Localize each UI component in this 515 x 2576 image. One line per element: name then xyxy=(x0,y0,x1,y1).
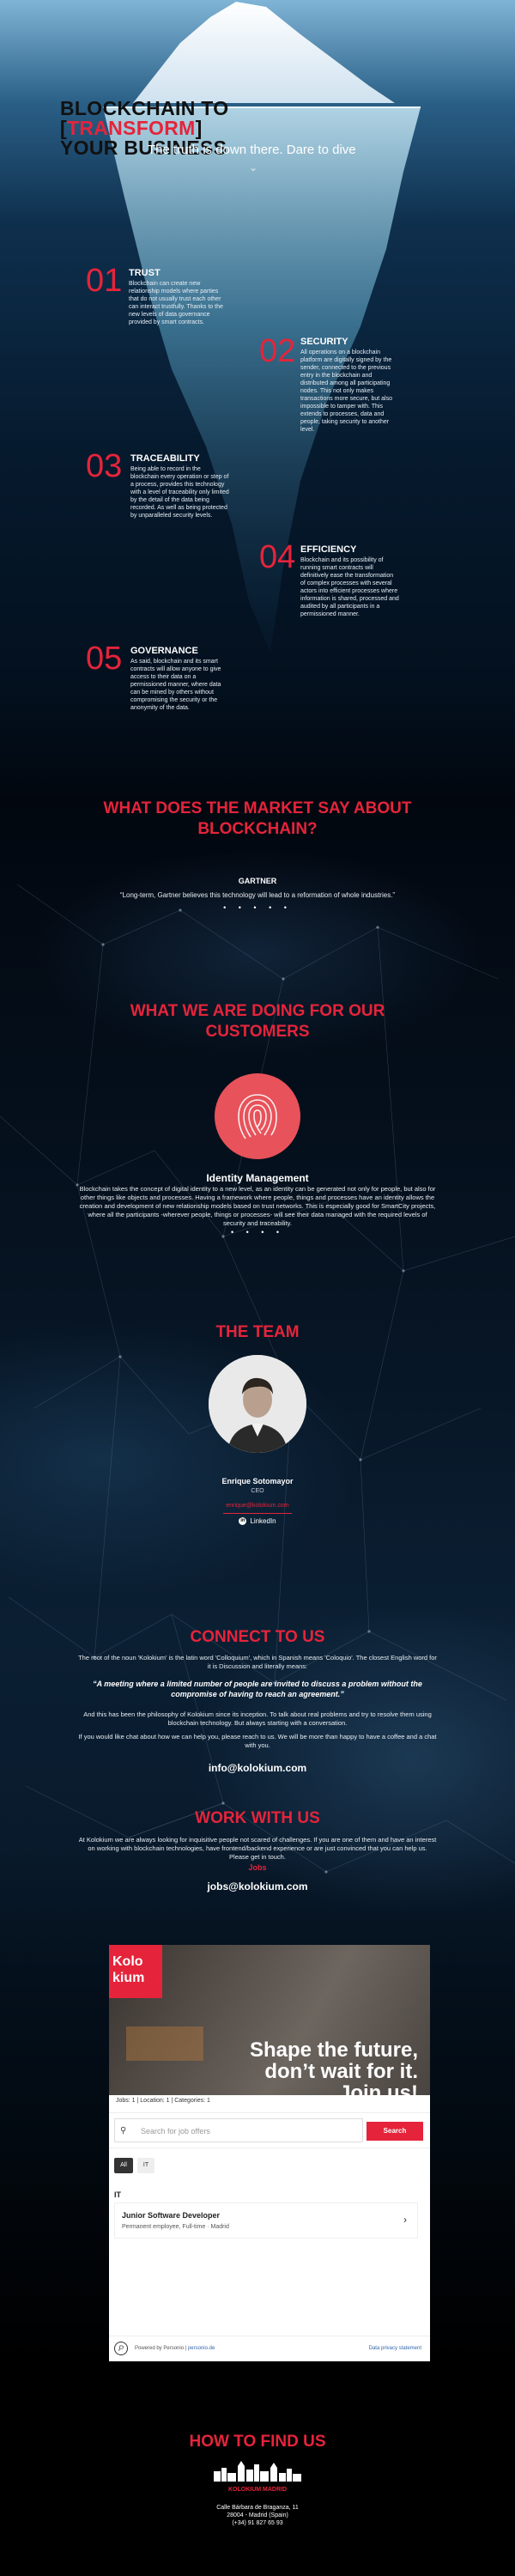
linkedin-label: LinkedIn xyxy=(250,1517,276,1525)
work-text: At Kolokium we are always looking for in… xyxy=(78,1836,437,1861)
feature-number: 03 xyxy=(86,448,123,484)
hero-subtitle: The truth is down there. Dare to dive xyxy=(148,143,356,157)
feature-title: TRACEABILITY xyxy=(130,453,200,464)
logo-line1: Kolo xyxy=(112,1954,143,1969)
powered-by-label: Powered by Personio xyxy=(135,2346,185,2351)
logo-line2: kium xyxy=(112,1971,145,1985)
widget-footer: P Powered by Personio | personio.de Data… xyxy=(109,2336,430,2361)
personio-link[interactable]: personio.de xyxy=(188,2346,215,2351)
jobs-headline-line2: don’t wait for it. xyxy=(264,2060,418,2083)
scroll-down-icon[interactable]: ⌄ xyxy=(249,161,258,173)
feature-number: 02 xyxy=(259,333,296,369)
job-search-bar: ⚲ Search for job offers Search xyxy=(109,2112,430,2148)
job-listing[interactable]: Junior Software Developer Permanent empl… xyxy=(114,2202,418,2239)
market-source: GARTNER xyxy=(238,877,277,885)
connect-title: CONNECT TO US xyxy=(190,1628,325,1646)
avatar xyxy=(209,1355,306,1453)
jobs-link[interactable]: Jobs xyxy=(0,1863,515,1872)
feature-description: Being able to record in the blockchain e… xyxy=(130,466,229,519)
job-search-input[interactable]: Search for job offers xyxy=(114,2118,363,2142)
carousel-dots[interactable]: • • • • • xyxy=(0,903,515,912)
work-title: WORK WITH US xyxy=(195,1809,320,1827)
doing-title: WHAT WE ARE DOING FOR OUR CUSTOMERS xyxy=(130,1002,385,1041)
feature-number: 01 xyxy=(86,263,123,299)
kolokium-logo[interactable]: Kolo kium xyxy=(109,1945,162,1998)
address-line2: 28004 - Madrid (Spain) xyxy=(227,2512,288,2518)
privacy-link[interactable]: Data privacy statement xyxy=(369,2346,421,2351)
identity-management-description: Blockchain takes the concept of digital … xyxy=(79,1185,436,1227)
fingerprint-icon xyxy=(215,1073,300,1159)
feature-title: SECURITY xyxy=(300,337,348,347)
market-quote: “Long-term, Gartner believes this techno… xyxy=(119,891,396,899)
identity-management-title: Identity Management xyxy=(206,1172,309,1184)
personio-logo-icon: P xyxy=(114,2342,128,2355)
team-title: THE TEAM xyxy=(215,1323,300,1341)
chevron-right-icon: › xyxy=(403,2214,407,2226)
job-meta: Permanent employee, Full-time · Madrid xyxy=(122,2224,229,2230)
connect-paragraph-1: The root of the noun 'Kolokium' is the l… xyxy=(78,1654,437,1670)
market-title: WHAT DOES THE MARKET SAY ABOUT BLOCKCHAI… xyxy=(103,799,412,838)
filter-chip-all[interactable]: All xyxy=(114,2158,133,2173)
connect-quote: “A meeting where a limited number of peo… xyxy=(93,1680,422,1698)
hero-title-line2: [TRANSFORM] xyxy=(60,118,258,138)
feature-number: 05 xyxy=(86,641,123,677)
jobs-headline: Shape the future, don’t wait for it. Joi… xyxy=(250,2039,418,2104)
feature-number: 04 xyxy=(259,539,296,575)
feature-description: Blockchain can create new relationship m… xyxy=(129,281,223,325)
job-category-heading: IT xyxy=(114,2190,121,2199)
madrid-skyline-icon xyxy=(214,2461,301,2482)
connect-paragraph-3: If you would like chat about how we can … xyxy=(78,1733,437,1749)
linkedin-icon: in xyxy=(239,1517,247,1526)
feature-title: TRUST xyxy=(129,268,161,278)
jobs-filter-summary: Jobs: 1 | Location: 1 | Categories: 1 xyxy=(116,2098,210,2104)
search-button[interactable]: Search xyxy=(367,2122,423,2141)
feature-description: As said, blockchain and its smart contra… xyxy=(130,659,221,711)
hero-title-line1: BLOCKCHAIN TO xyxy=(60,97,229,119)
linkedin-link[interactable]: in LinkedIn xyxy=(0,1517,515,1526)
team-member-role: CEO xyxy=(251,1488,264,1494)
connect-email-link[interactable]: info@kolokium.com xyxy=(0,1762,515,1774)
feature-title: GOVERNANCE xyxy=(130,646,198,656)
team-member-name: Enrique Sotomayor xyxy=(221,1477,294,1485)
jobs-email-link[interactable]: jobs@kolokium.com xyxy=(0,1880,515,1893)
office-name: KOLOKIUM MADRID xyxy=(227,2487,288,2493)
job-title: Junior Software Developer xyxy=(122,2211,221,2220)
jobs-widget: Kolo kium Shape the future, don’t wait f… xyxy=(109,1945,430,2361)
jobs-headline-line1: Shape the future, xyxy=(249,2038,418,2062)
connect-paragraph-2: And this has been the philosophy of Kolo… xyxy=(83,1710,432,1727)
carousel-dots[interactable]: • • • • xyxy=(0,1228,515,1236)
feature-description: All operations on a blockchain platform … xyxy=(300,349,392,433)
page: BLOCKCHAIN TO [TRANSFORM] YOUR BUSINESS … xyxy=(0,0,515,2576)
phone-number[interactable]: (+34) 91 827 65 93 xyxy=(0,2519,515,2527)
divider xyxy=(223,1513,292,1514)
jobs-hero-image: Kolo kium Shape the future, don’t wait f… xyxy=(109,1945,430,2104)
address-line1: Calle Bárbara de Braganza, 11 xyxy=(216,2505,299,2511)
filter-chip-it[interactable]: IT xyxy=(137,2158,154,2173)
office-address: Calle Bárbara de Braganza, 11 28004 - Ma… xyxy=(0,2504,515,2527)
feature-title: EFFICIENCY xyxy=(300,544,357,555)
find-us-title: HOW TO FIND US xyxy=(189,2433,326,2451)
team-member-email-link[interactable]: enrique@kolokium.com xyxy=(0,1503,515,1509)
hero-photo-detail xyxy=(126,2026,203,2061)
feature-description: Blockchain and its possibility of runnin… xyxy=(300,557,399,617)
powered-by: Powered by Personio | personio.de xyxy=(135,2346,215,2351)
